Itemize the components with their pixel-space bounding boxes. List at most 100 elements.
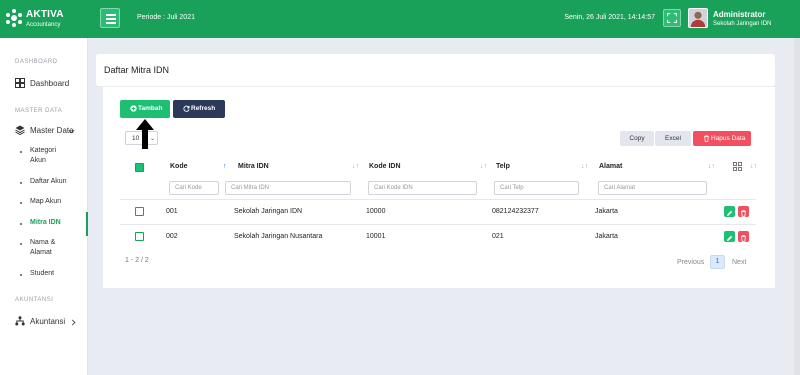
sidebar-item-mitra-idn[interactable]: Mitra IDN (20, 218, 84, 230)
pagination-previous[interactable]: Previous (677, 259, 704, 266)
fullscreen-button[interactable] (663, 9, 681, 27)
sidebar-item-label: Akuntansi (30, 317, 66, 326)
sidebar-item-akuntansi[interactable]: Akuntansi (15, 315, 85, 329)
delete-row-button[interactable] (738, 231, 749, 242)
cell-kode: 001 (166, 208, 178, 215)
divider (120, 224, 756, 225)
column-header-kode-idn[interactable]: Kode IDN (369, 163, 401, 170)
add-button-label: Tambah (138, 105, 163, 112)
menu-toggle-button[interactable] (100, 8, 120, 28)
delete-data-button[interactable]: Hapus Data (693, 131, 751, 146)
logo-icon (6, 9, 22, 27)
delete-data-label: Hapus Data (711, 135, 746, 142)
top-bar: AKTIVA Accountancy Periode : Juli 2021 S… (0, 0, 800, 38)
sidebar-item-label: Map Akun (30, 198, 62, 205)
select-all-checkbox[interactable] (135, 163, 144, 172)
trash-icon (703, 135, 710, 142)
sidebar-section-akuntansi: AKUNTANSI (15, 297, 54, 303)
avatar[interactable] (688, 8, 708, 28)
sidebar: DASHBOARD Dashboard MASTER DATA Master D… (0, 38, 88, 375)
refresh-button-label: Refresh (191, 105, 216, 112)
sort-icon[interactable]: ↓↑ (352, 163, 359, 170)
sidebar-item-daftar-akun[interactable]: Daftar Akun (20, 177, 84, 189)
sort-icon[interactable]: ↓↑ (750, 163, 757, 170)
trash-icon (741, 235, 746, 242)
filter-kode-idn-input[interactable]: Cari Kode IDN (368, 181, 477, 195)
row-checkbox[interactable] (135, 232, 144, 241)
column-header-alamat[interactable]: Alamat (599, 163, 622, 170)
active-indicator (86, 212, 88, 236)
filter-kode-input[interactable]: Cari Kode (169, 181, 219, 195)
divider (120, 199, 756, 200)
cell-mitra: Sekolah Jaringan IDN (234, 208, 303, 215)
plus-circle-icon (130, 105, 137, 112)
sidebar-item-label: Student (30, 270, 55, 277)
chevron-right-icon (71, 319, 76, 326)
column-header-telp[interactable]: Telp (496, 163, 510, 170)
row-checkbox[interactable] (135, 207, 144, 216)
sidebar-item-label: Kategori Akun (30, 147, 57, 164)
pagination-next[interactable]: Next (732, 259, 746, 266)
column-visibility-icon[interactable] (733, 162, 742, 171)
cell-telp: 021 (492, 233, 504, 240)
excel-button[interactable]: Excel (655, 131, 691, 146)
cell-alamat: Jakarta (595, 208, 618, 215)
edit-button[interactable] (724, 206, 735, 217)
brand[interactable]: AKTIVA Accountancy (4, 6, 84, 32)
delete-row-button[interactable] (738, 206, 749, 217)
cell-kode-idn: 10000 (366, 208, 386, 215)
cell-telp: 082124232377 (492, 208, 539, 215)
cell-mitra: Sekolah Jaringan Nusantara (234, 233, 323, 240)
edit-button[interactable] (724, 231, 735, 242)
brand-subtitle: Accountancy (26, 22, 61, 28)
sidebar-item-map-akun[interactable]: Map Akun (20, 197, 84, 209)
sort-icon[interactable]: ↓↑ (480, 163, 487, 170)
table-info: 1 - 2 / 2 (125, 257, 149, 264)
sidebar-item-label: Dashboard (30, 79, 70, 88)
datetime-label: Senin, 26 Juli 2021, 14:14:57 (564, 14, 655, 21)
sort-icon[interactable]: ↓↑ (708, 163, 715, 170)
period-label: Periode : Juli 2021 (137, 14, 195, 21)
sidebar-item-student[interactable]: Student (20, 269, 84, 281)
layers-icon (15, 125, 25, 135)
refresh-icon (183, 105, 190, 112)
page-header-card: Daftar Mitra IDN (96, 54, 775, 86)
filter-mitra-input[interactable]: Cari Mitra IDN (225, 181, 351, 195)
sort-asc-icon[interactable]: ↑ (223, 163, 227, 170)
refresh-button[interactable]: Refresh (173, 100, 225, 118)
filter-telp-input[interactable]: Cari Telp (494, 181, 579, 195)
brand-name: AKTIVA (26, 9, 64, 20)
sidebar-item-label: Nama & Alamat (30, 239, 56, 256)
sidebar-item-kategori-akun[interactable]: Kategori Akun (20, 146, 84, 168)
column-header-mitra-idn[interactable]: Mitra IDN (238, 163, 269, 170)
user-name[interactable]: Administrator (713, 10, 765, 19)
sidebar-item-label: Daftar Akun (30, 178, 67, 185)
user-organization: Sekolah Jaringan IDN (713, 21, 772, 27)
copy-button[interactable]: Copy (620, 131, 654, 146)
filter-alamat-input[interactable]: Cari Alamat (598, 181, 707, 195)
sitemap-icon (15, 316, 25, 326)
chevron-down-icon (68, 129, 75, 134)
sidebar-item-master-data[interactable]: Master Data (15, 124, 85, 138)
sidebar-item-dashboard[interactable]: Dashboard (15, 77, 85, 91)
pencil-icon (727, 210, 733, 216)
column-header-kode[interactable]: Kode (170, 163, 188, 170)
sidebar-item-label: Mitra IDN (30, 219, 61, 226)
scrollbar[interactable] (794, 38, 800, 375)
sidebar-item-nama-alamat[interactable]: Nama & Alamat (20, 238, 84, 260)
cell-kode: 002 (166, 233, 178, 240)
arrow-up-icon (136, 119, 154, 149)
sidebar-section-master-data: MASTER DATA (15, 108, 63, 114)
page-title: Daftar Mitra IDN (104, 65, 170, 75)
dashboard-icon (15, 78, 25, 88)
trash-icon (741, 210, 746, 217)
fullscreen-icon (666, 12, 678, 24)
sidebar-section-dashboard: DASHBOARD (15, 59, 58, 65)
cell-kode-idn: 10001 (366, 233, 386, 240)
user-avatar-icon (690, 11, 706, 27)
pencil-icon (727, 235, 733, 241)
add-button[interactable]: Tambah (120, 100, 170, 118)
sort-icon[interactable]: ↓↑ (581, 163, 588, 170)
hamburger-icon (106, 14, 116, 16)
pagination-page-1[interactable]: 1 (710, 255, 725, 269)
